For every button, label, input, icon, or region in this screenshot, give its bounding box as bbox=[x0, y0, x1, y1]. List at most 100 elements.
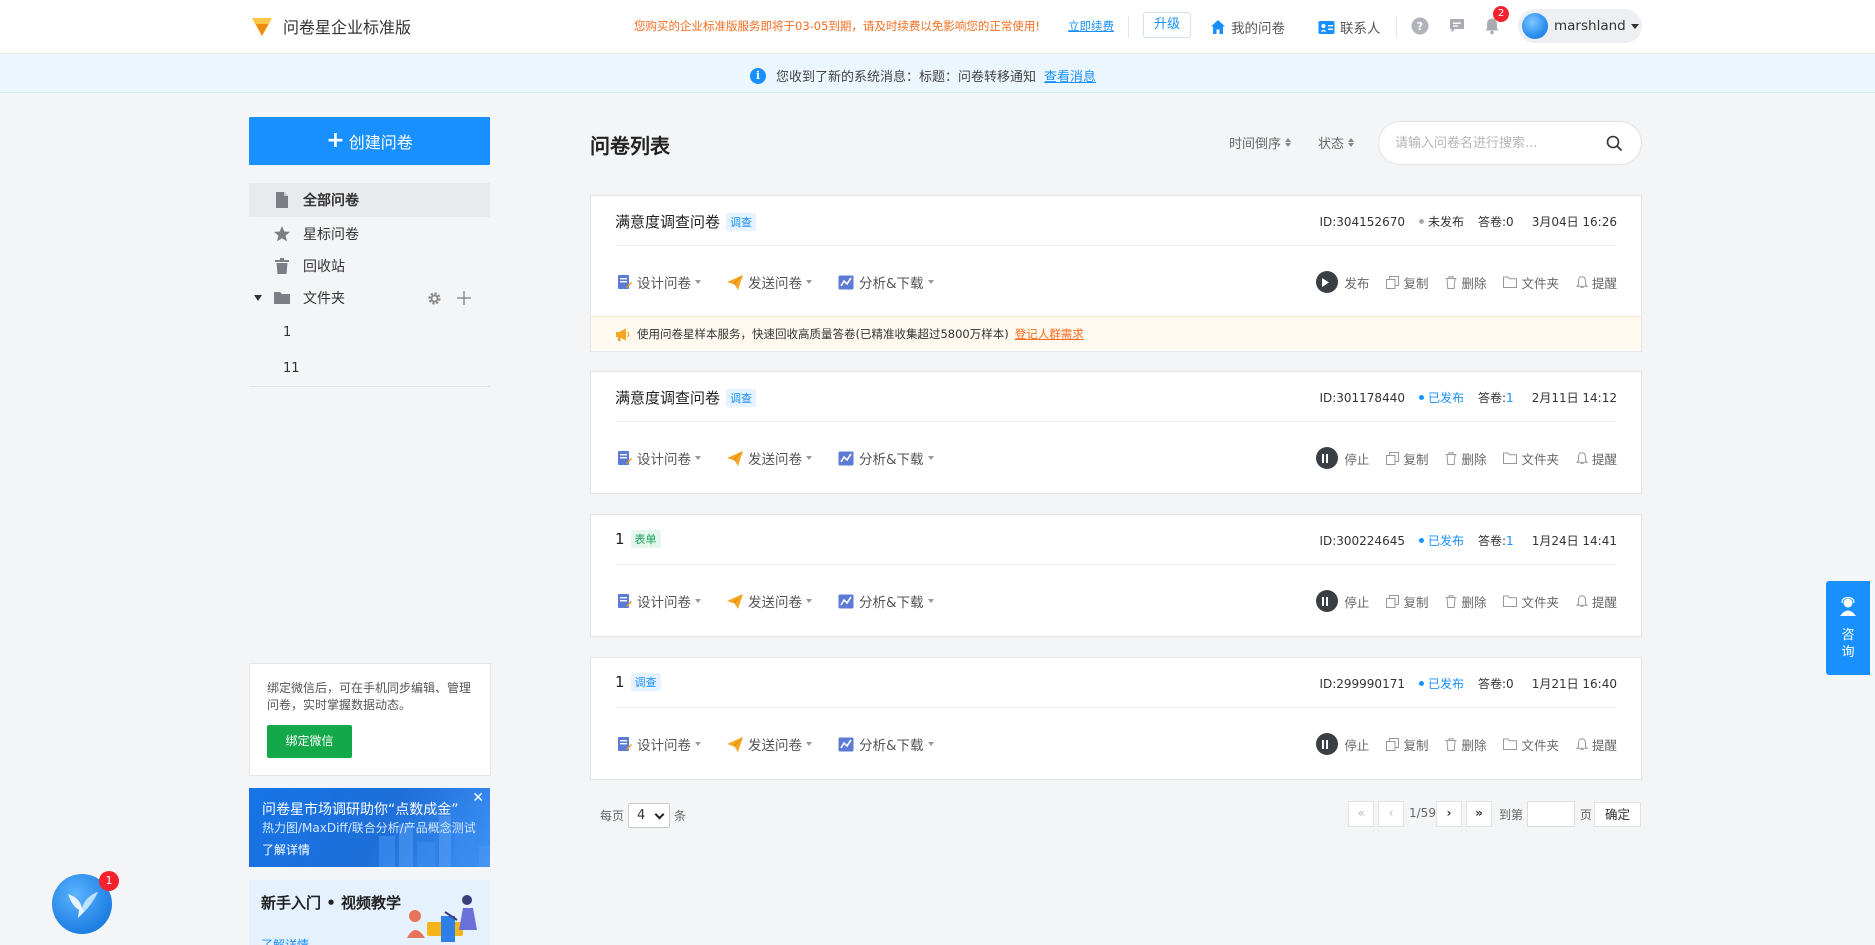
survey-meta: ID:304152670 未发布 答卷: 0 3月04日 16:26 bbox=[1319, 213, 1617, 230]
page-size-select[interactable]: 4 bbox=[628, 803, 671, 828]
search-input[interactable] bbox=[1395, 133, 1595, 153]
chart-icon bbox=[838, 737, 854, 751]
create-survey-button[interactable]: + 创建问卷 bbox=[249, 117, 490, 165]
my-surveys-link[interactable]: 我的问卷 bbox=[1210, 17, 1285, 37]
tutorial-banner-link[interactable]: 了解详情 bbox=[261, 936, 309, 945]
stop-button[interactable]: 停止 bbox=[1316, 590, 1369, 612]
copy-icon bbox=[1386, 275, 1400, 289]
folder-icon bbox=[1503, 276, 1518, 288]
survey-date: 2月11日 14:12 bbox=[1531, 391, 1617, 405]
goto-confirm-button[interactable]: 确定 bbox=[1594, 802, 1641, 827]
gear-icon[interactable] bbox=[427, 291, 442, 306]
analyze-download-button[interactable]: 分析&下载 bbox=[838, 734, 934, 754]
goto-page-input[interactable] bbox=[1527, 801, 1575, 827]
folder-label: 文件夹 bbox=[303, 291, 345, 307]
consult-float-button[interactable]: 咨询 bbox=[1826, 581, 1870, 675]
delete-button[interactable]: 删除 bbox=[1445, 592, 1486, 611]
send-label: 发送问卷 bbox=[748, 452, 802, 468]
survey-actions: 设计问卷 发送问卷 分析&下载 bbox=[617, 272, 960, 292]
register-demand-link[interactable]: 登记人群需求 bbox=[1015, 326, 1084, 342]
chart-icon bbox=[838, 451, 854, 465]
add-folder-icon[interactable] bbox=[457, 291, 471, 305]
stop-button[interactable]: 停止 bbox=[1316, 447, 1369, 469]
move-folder-button[interactable]: 文件夹 bbox=[1503, 449, 1559, 468]
view-message-link[interactable]: 查看消息 bbox=[1044, 66, 1096, 85]
design-survey-button[interactable]: 设计问卷 bbox=[617, 734, 701, 754]
sidebar-item-starred[interactable]: 星标问卷 bbox=[249, 217, 490, 251]
document-icon bbox=[276, 192, 288, 208]
remind-button[interactable]: 提醒 bbox=[1575, 449, 1617, 468]
remind-label: 提醒 bbox=[1591, 594, 1617, 610]
diamond-logo-icon bbox=[252, 18, 272, 36]
upgrade-button[interactable]: 升级 bbox=[1143, 12, 1191, 38]
caret-down-icon bbox=[1630, 23, 1639, 29]
renew-link[interactable]: 立即续费 bbox=[1068, 18, 1114, 34]
remind-button[interactable]: 提醒 bbox=[1575, 592, 1617, 611]
sort-by-time[interactable]: 时间倒序 bbox=[1229, 133, 1292, 152]
survey-type-tag: 调查 bbox=[726, 388, 757, 407]
design-survey-button[interactable]: 设计问卷 bbox=[617, 591, 701, 611]
copy-icon bbox=[1386, 594, 1400, 608]
survey-title[interactable]: 满意度调查问卷 bbox=[615, 387, 720, 408]
copy-button[interactable]: 复制 bbox=[1386, 735, 1428, 754]
renew-notice: 您购买的企业标准版服务即将于03-05到期，请及时续费以免影响您的正常使用! bbox=[634, 19, 1041, 33]
market-banner-link[interactable]: 了解详情 bbox=[262, 841, 310, 858]
folder-icon bbox=[274, 292, 290, 304]
survey-title[interactable]: 1 bbox=[615, 673, 625, 691]
send-survey-button[interactable]: 发送问卷 bbox=[727, 591, 812, 611]
brand-name: 问卷星企业标准版 bbox=[283, 18, 412, 37]
send-survey-button[interactable]: 发送问卷 bbox=[727, 448, 812, 468]
delete-button[interactable]: 删除 bbox=[1445, 449, 1486, 468]
folder-label: 文件夹 bbox=[1521, 737, 1559, 753]
remind-button[interactable]: 提醒 bbox=[1575, 273, 1617, 292]
copy-button[interactable]: 复制 bbox=[1386, 449, 1428, 468]
bind-wechat-button[interactable]: 绑定微信 bbox=[267, 725, 352, 758]
analyze-download-button[interactable]: 分析&下载 bbox=[838, 591, 934, 611]
delete-button[interactable]: 删除 bbox=[1445, 735, 1486, 754]
design-survey-button[interactable]: 设计问卷 bbox=[617, 272, 701, 292]
design-survey-button[interactable]: 设计问卷 bbox=[617, 448, 701, 468]
answers-count[interactable]: 1 bbox=[1506, 534, 1514, 548]
next-page-button[interactable]: › bbox=[1436, 801, 1462, 827]
send-survey-button[interactable]: 发送问卷 bbox=[727, 272, 812, 292]
survey-title[interactable]: 满意度调查问卷 bbox=[615, 211, 720, 232]
first-page-button[interactable]: « bbox=[1348, 801, 1374, 827]
design-icon bbox=[618, 594, 632, 608]
copy-button[interactable]: 复制 bbox=[1386, 273, 1428, 292]
publish-button[interactable]: 发布 bbox=[1316, 271, 1369, 293]
copy-button[interactable]: 复制 bbox=[1386, 592, 1428, 611]
design-icon bbox=[618, 451, 632, 465]
send-survey-button[interactable]: 发送问卷 bbox=[727, 734, 812, 754]
move-folder-button[interactable]: 文件夹 bbox=[1503, 592, 1559, 611]
help-icon[interactable]: ? bbox=[1411, 17, 1429, 35]
send-label: 发送问卷 bbox=[748, 276, 802, 292]
brand-logo[interactable]: 问卷星企业标准版 bbox=[249, 14, 411, 38]
close-icon[interactable]: ✕ bbox=[472, 790, 484, 806]
tutorial-banner[interactable]: 新手入门 • 视频教学 了解详情 bbox=[249, 880, 490, 945]
stop-button[interactable]: 停止 bbox=[1316, 733, 1369, 755]
survey-title[interactable]: 1 bbox=[615, 530, 625, 548]
paper-plane-icon bbox=[727, 450, 743, 466]
sidebar-item-all-surveys[interactable]: 全部问卷 bbox=[249, 183, 490, 217]
subfolder-item[interactable]: 11 bbox=[283, 361, 300, 376]
subfolder-item[interactable]: 1 bbox=[283, 325, 291, 340]
analyze-download-button[interactable]: 分析&下载 bbox=[838, 448, 934, 468]
message-icon[interactable] bbox=[1448, 17, 1466, 35]
contacts-link[interactable]: 联系人 bbox=[1318, 17, 1381, 37]
move-folder-button[interactable]: 文件夹 bbox=[1503, 273, 1559, 292]
delete-button[interactable]: 删除 bbox=[1445, 273, 1486, 292]
answers-count[interactable]: 1 bbox=[1506, 391, 1514, 405]
sidebar-item-recycle-bin[interactable]: 回收站 bbox=[249, 249, 490, 283]
user-menu[interactable]: marshland bbox=[1518, 9, 1642, 43]
copy-label: 复制 bbox=[1403, 275, 1429, 291]
move-folder-button[interactable]: 文件夹 bbox=[1503, 735, 1559, 754]
prev-page-button[interactable]: ‹ bbox=[1378, 801, 1404, 827]
analyze-download-button[interactable]: 分析&下载 bbox=[838, 272, 934, 292]
trash-icon bbox=[275, 258, 289, 274]
search-icon[interactable] bbox=[1606, 135, 1623, 152]
sidebar-folder-group[interactable]: 文件夹 bbox=[249, 281, 490, 315]
market-research-banner[interactable]: 问卷星市场调研助你“点数成金” 热力图/MaxDiff/联合分析/产品概念测试 … bbox=[249, 788, 490, 867]
sort-by-status[interactable]: 状态 bbox=[1318, 133, 1355, 152]
last-page-button[interactable]: » bbox=[1466, 801, 1492, 827]
remind-button[interactable]: 提醒 bbox=[1575, 735, 1617, 754]
